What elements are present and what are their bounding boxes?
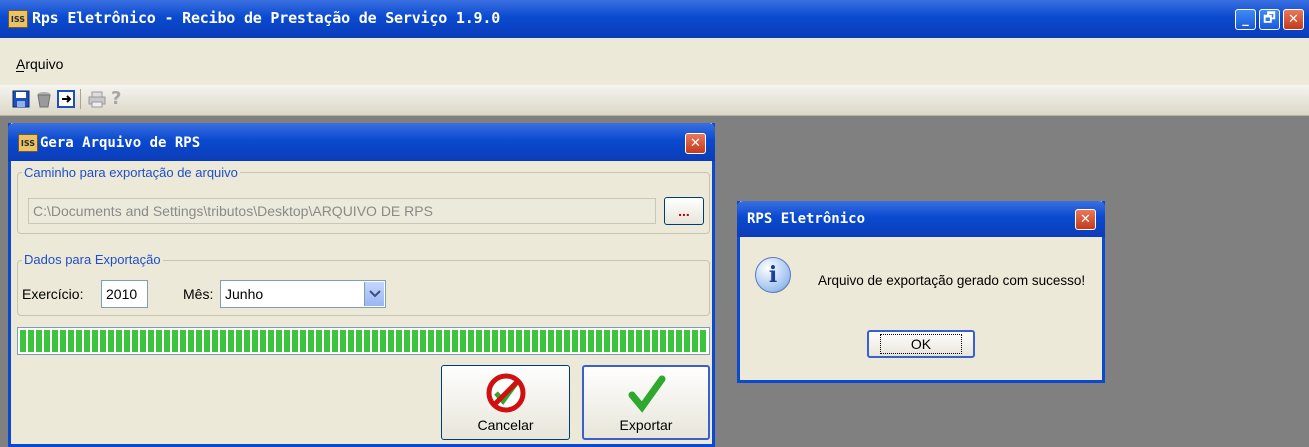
message-dialog-close-button[interactable]: ✕ <box>1075 209 1096 230</box>
export-window-close-button[interactable]: ✕ <box>685 133 706 154</box>
toolbar <box>0 85 1309 116</box>
app-icon: ISS <box>8 10 28 28</box>
message-dialog-title-bar: RPS Eletrônico ✕ <box>737 201 1105 237</box>
mes-select-value: Junho <box>225 286 264 302</box>
main-title-bar: ISS Rps Eletrônico - Recibo de Prestação… <box>0 0 1309 38</box>
info-icon: i <box>755 257 791 293</box>
export-window-title: Gera Arquivo de RPS <box>40 135 201 151</box>
export-path-field[interactable]: C:\Documents and Settings\tributos\Deskt… <box>28 198 656 224</box>
minimize-button[interactable]: _ <box>1235 9 1256 30</box>
export-window-title-bar: ISS Gera Arquivo de RPS ✕ <box>8 123 715 161</box>
export-icon[interactable] <box>57 90 75 108</box>
export-data-group-label: Dados para Exportação <box>22 252 163 267</box>
toolbar-separator <box>80 89 81 109</box>
export-button-label: Exportar <box>619 416 673 433</box>
mes-label: Mês: <box>183 286 214 302</box>
export-window-icon: ISS <box>18 134 38 152</box>
exercicio-field[interactable]: 2010 <box>101 280 148 308</box>
mes-dropdown-button[interactable] <box>364 282 384 306</box>
ok-button-label: OK <box>879 334 963 354</box>
menu-bar: Arquivo <box>0 38 1309 85</box>
mes-select[interactable]: Junho <box>220 280 386 308</box>
menu-accelerator-underline <box>16 71 24 72</box>
browse-button[interactable]: ... <box>664 197 704 225</box>
export-button[interactable]: Exportar <box>582 365 710 440</box>
restore-button[interactable]: 🗗 <box>1259 9 1280 30</box>
export-progress-fill <box>20 330 707 352</box>
checkmark-icon <box>628 375 666 413</box>
trash-icon[interactable] <box>35 90 53 108</box>
exercicio-label: Exercício: <box>22 286 84 302</box>
message-dialog-title: RPS Eletrônico <box>747 211 866 227</box>
cancel-button[interactable]: Cancelar <box>441 365 570 440</box>
save-icon[interactable] <box>12 90 30 108</box>
close-button[interactable]: ✕ <box>1283 9 1304 30</box>
export-progress-bar <box>17 327 710 355</box>
help-icon[interactable]: ? <box>111 88 129 109</box>
ok-button[interactable]: OK <box>867 330 975 358</box>
message-text: Arquivo de exportação gerado com sucesso… <box>818 273 1086 288</box>
export-path-group-label: Caminho para exportação de arquivo <box>22 165 240 180</box>
cancel-button-label: Cancelar <box>477 416 534 433</box>
print-icon[interactable] <box>88 90 106 108</box>
cancel-icon <box>486 373 525 412</box>
menu-arquivo[interactable]: Arquivo <box>16 56 63 72</box>
main-window-title: Rps Eletrônico - Recibo de Prestação de … <box>32 9 501 27</box>
